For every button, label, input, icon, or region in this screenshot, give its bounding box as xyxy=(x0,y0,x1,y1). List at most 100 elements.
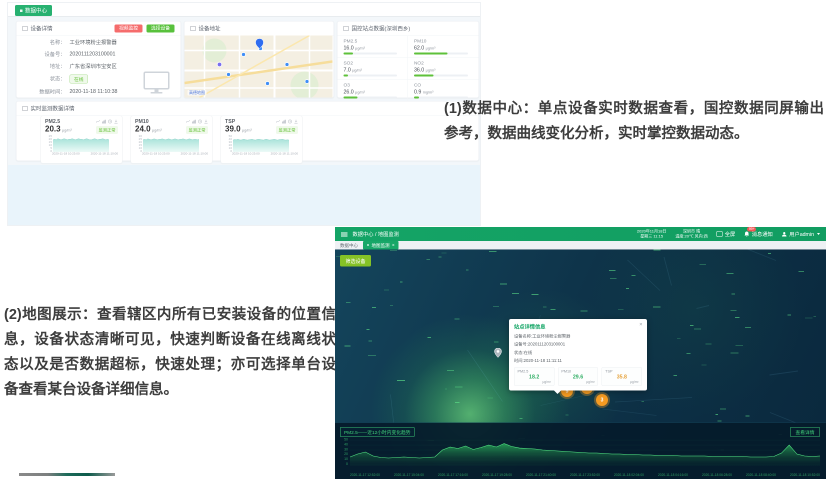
trend-yticks: 50403020100 xyxy=(337,438,348,466)
metric-bar xyxy=(344,97,397,99)
tab-map-monitor[interactable]: 地图监测 × xyxy=(363,241,399,250)
mapview-screenshot: 数据中心 / 地图监测 2020年11月18日 星期三 11:15 深圳市 晴 … xyxy=(335,227,826,479)
dark-map[interactable]: 筛选设备 5113 站点详情信息 × 设备名称:工业环境粉尘报警器设备号:202… xyxy=(335,249,826,479)
download-icon[interactable] xyxy=(204,120,208,124)
trend-xtick: 2020-11-18 08:40:00 xyxy=(746,474,776,478)
device-field: 名称： 工业环境粉尘报警器 xyxy=(17,36,181,48)
trend-ytick: 20 xyxy=(337,453,348,457)
stat-unit: μg/m³ xyxy=(605,381,638,385)
trend-xtick: 2020-11-18 10:52:00 xyxy=(790,474,820,478)
line-chart-icon[interactable] xyxy=(276,120,280,124)
metric-bar xyxy=(414,75,468,77)
card-x-start: 2020-11-18 10:25:00 xyxy=(142,153,170,156)
map-pin-icon[interactable] xyxy=(494,348,502,358)
trend-xtick: 2020-11-17 15:04:00 xyxy=(394,474,424,478)
filter-device-button[interactable]: 筛选设备 xyxy=(340,255,371,267)
panel-icon xyxy=(191,26,196,31)
popup-field: 设备名称:工业环境粉尘报警器 xyxy=(514,333,642,339)
trend-panel: PM2.5——近12小时内变化趋势 查看详情 50403020100 2020-… xyxy=(335,423,826,479)
trend-xtick: 2020-11-18 04:16:00 xyxy=(658,474,688,478)
card-x-end: 2020-11-18 11:10:00 xyxy=(91,153,118,156)
national-metric: PM10 62.0 μg/m³ xyxy=(408,36,479,58)
app-header: 数据中心 / 地图监测 2020年11月18日 星期三 11:15 深圳市 晴 … xyxy=(335,227,826,241)
notifications-button[interactable]: 99+ 消息通知 xyxy=(744,230,773,238)
station-popup: 站点详情信息 × 设备名称:工业环境粉尘报警器设备号:2020111203100… xyxy=(509,319,647,391)
card-sparkline xyxy=(53,135,109,152)
field-label: 地址： xyxy=(24,62,66,70)
card-sparkline xyxy=(233,135,289,152)
clock-icon[interactable] xyxy=(198,120,202,124)
card-x-end: 2020-11-18 11:10:00 xyxy=(181,153,208,156)
field-value: 工业环境粉尘报警器 xyxy=(70,38,117,46)
bottom-edge-strip xyxy=(19,473,115,476)
line-chart-icon[interactable] xyxy=(186,120,190,124)
trend-ytick: 50 xyxy=(337,438,348,442)
view-detail-button[interactable]: 查看详情 xyxy=(790,427,820,437)
page-background-band xyxy=(8,165,480,225)
device-address-panel: 设备地址 xyxy=(184,21,334,98)
download-icon[interactable] xyxy=(294,120,298,124)
panel-icon xyxy=(23,106,28,111)
popup-stat: TSP 35.8 μg/m³ xyxy=(602,367,642,386)
card-value: 20.3 xyxy=(45,125,61,134)
metric-bar xyxy=(344,75,397,77)
cluster-marker[interactable]: 3 xyxy=(596,394,608,406)
card-yticks: 2520151050 xyxy=(45,135,53,152)
national-metric: PM2.5 16.0 μg/m³ xyxy=(338,36,409,58)
tab-datacenter[interactable]: 数据中心 xyxy=(340,242,358,249)
metric-value: 7.0 μg/m³ xyxy=(344,67,402,73)
stat-unit: μg/m³ xyxy=(561,381,594,385)
card-title: PM2.5 xyxy=(45,119,60,125)
bar-chart-icon[interactable] xyxy=(282,120,286,124)
notification-badge: 99+ xyxy=(747,227,756,231)
video-monitor-button[interactable]: 视频监控 xyxy=(114,25,142,33)
realtime-data-panel: 实时监测数据详情 PM2.5 20.3 μg/m³ 监测正常 252015105… xyxy=(16,101,479,161)
bar-chart-icon[interactable] xyxy=(192,120,196,124)
card-x-start: 2020-11-18 10:25:00 xyxy=(52,153,80,156)
card-unit: μg/m³ xyxy=(242,128,252,133)
field-value: 2020111203100001 xyxy=(70,51,116,57)
card-yticks: 30252015100 xyxy=(135,135,143,152)
stat-unit: μg/m³ xyxy=(518,381,551,385)
bar-chart-icon[interactable] xyxy=(102,120,106,124)
fullscreen-button[interactable]: 全屏 xyxy=(717,230,736,238)
field-label: 名称： xyxy=(24,38,66,46)
card-unit: μg/m³ xyxy=(62,128,72,133)
mini-map[interactable]: 高德地图 xyxy=(185,36,334,98)
panel-title: 设备地址 xyxy=(199,25,221,33)
card-value: 39.0 xyxy=(225,125,241,134)
hamburger-icon[interactable] xyxy=(341,232,348,237)
trend-xlabels: 2020-11-17 12:52:002020-11-17 15:04:0020… xyxy=(350,474,820,478)
status-badge: 监测正常 xyxy=(96,126,118,134)
trend-title: PM2.5——近12小时内变化趋势 xyxy=(340,427,415,437)
trend-chart xyxy=(350,438,820,466)
breadcrumb: 数据中心 / 地图监测 xyxy=(353,230,399,238)
field-label: 状态： xyxy=(24,75,66,83)
header-date: 2020年11月18日 星期三 11:15 xyxy=(637,229,667,239)
card-unit: μg/m³ xyxy=(152,128,162,133)
stat-value: 18.2 xyxy=(518,374,551,380)
tab-close-icon[interactable]: × xyxy=(392,243,395,248)
fullscreen-icon xyxy=(717,231,723,237)
popup-field: 设备号:2020111203100001 xyxy=(514,341,642,347)
trend-ytick: 30 xyxy=(337,448,348,452)
national-station-panel: 国控站点数据(深圳西乡) PM2.5 16.0 μg/m³ PM10 62.0 … xyxy=(337,21,479,98)
close-icon[interactable]: × xyxy=(639,322,642,328)
user-menu[interactable]: 用户admin xyxy=(782,230,820,238)
card-yticks: 50403020100 xyxy=(225,135,233,152)
tab-label: 数据中心 xyxy=(25,7,47,15)
status-badge: 监测正常 xyxy=(276,126,298,134)
stat-name: PM2.5 xyxy=(518,369,551,374)
field-label: 数据时间： xyxy=(24,88,66,96)
card-value: 24.0 xyxy=(135,125,151,134)
line-chart-icon[interactable] xyxy=(96,120,100,124)
trend-ytick: 40 xyxy=(337,443,348,447)
realtime-card: PM10 24.0 μg/m³ 监测正常 30252015100 2020-11… xyxy=(131,116,213,164)
field-label: 设备号： xyxy=(24,50,66,58)
clock-icon[interactable] xyxy=(288,120,292,124)
clock-icon[interactable] xyxy=(108,120,112,124)
download-icon[interactable] xyxy=(114,120,118,124)
tab-datacenter[interactable]: 数据中心 xyxy=(15,5,52,16)
select-device-button[interactable]: 选择设备 xyxy=(146,25,174,33)
tab-dot-icon xyxy=(367,244,369,246)
